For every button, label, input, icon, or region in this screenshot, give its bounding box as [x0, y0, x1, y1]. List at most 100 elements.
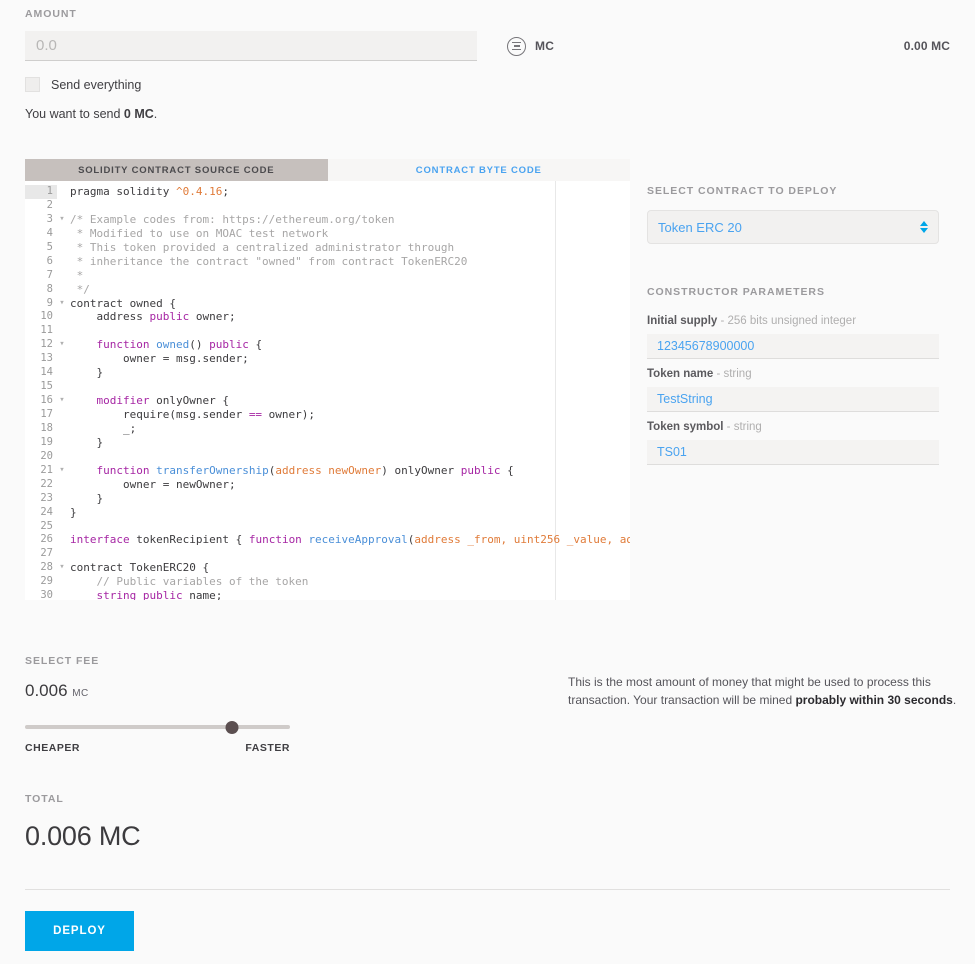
- code-text: function owned() public {: [96, 338, 263, 352]
- select-contract-label: SELECT CONTRACT TO DEPLOY: [647, 185, 838, 197]
- parameter-label: Token symbol - string: [647, 421, 939, 433]
- line-number: 10: [25, 310, 57, 325]
- line-number: 25: [25, 519, 57, 534]
- constructor-parameter: Token name - string: [647, 368, 939, 412]
- fee-faster-label: FASTER: [245, 742, 290, 754]
- line-number: 26: [25, 533, 57, 548]
- code-line: 3 ▾/* Example codes from: https://ethereu…: [25, 212, 630, 227]
- line-number: 21: [25, 463, 57, 478]
- line-number: 16: [25, 394, 57, 408]
- code-line: 14 }: [25, 366, 630, 381]
- total-label: TOTAL: [25, 793, 64, 805]
- fee-note-part2: .: [952, 693, 957, 708]
- code-line: 4 * Modified to use on MOAC test network: [25, 226, 630, 241]
- code-text: contract owned {: [70, 296, 176, 310]
- fee-slider-track: [25, 725, 290, 729]
- fee-slider[interactable]: [25, 721, 290, 734]
- code-line: 5 * This token provided a centralized ad…: [25, 240, 630, 255]
- code-text: }: [70, 491, 104, 505]
- fold-toggle-icon[interactable]: ▾: [57, 464, 67, 478]
- fee-amount: 0.006: [25, 681, 68, 700]
- amount-summary-suffix: .: [153, 107, 158, 121]
- parameter-input[interactable]: [647, 334, 939, 359]
- code-line: 17 require(msg.sender == owner);: [25, 408, 630, 422]
- fold-toggle-icon[interactable]: ▾: [57, 394, 67, 408]
- code-line: 29 // Public variables of the token: [25, 575, 630, 590]
- fee-value: 0.006 MC: [25, 681, 290, 701]
- footer-divider: [25, 889, 950, 890]
- code-text: // Public variables of the token: [70, 575, 309, 589]
- line-number: 13: [25, 352, 57, 367]
- fee-note-bold: probably within 30 seconds: [795, 693, 953, 708]
- fold-toggle-icon[interactable]: ▾: [57, 213, 67, 227]
- fee-slider-endpoints: CHEAPER FASTER: [25, 742, 290, 754]
- line-number: 23: [25, 491, 57, 506]
- fold-toggle-icon[interactable]: ▾: [57, 338, 67, 352]
- code-line: 22 owner = newOwner;: [25, 477, 630, 492]
- constructor-parameter: Initial supply - 256 bits unsigned integ…: [647, 315, 939, 359]
- code-text: owner = msg.sender;: [70, 352, 249, 366]
- currency-code: MC: [535, 39, 555, 53]
- fee-cheaper-label: CHEAPER: [25, 742, 81, 754]
- constructor-parameters-header: CONSTRUCTOR PARAMETERS: [647, 286, 825, 298]
- code-line: 25: [25, 519, 630, 534]
- code-text: owner = newOwner;: [70, 477, 236, 491]
- constructor-parameter: Token symbol - string: [647, 421, 939, 465]
- code-line: 23 }: [25, 491, 630, 506]
- line-number: 27: [25, 547, 57, 562]
- contract-select-value: Token ERC 20: [658, 219, 742, 235]
- code-text: }: [70, 366, 104, 380]
- fold-toggle-icon[interactable]: ▾: [57, 561, 67, 575]
- code-text: interface tokenRecipient { function rece…: [70, 533, 630, 547]
- amount-input[interactable]: [25, 31, 477, 61]
- deploy-button[interactable]: DEPLOY: [25, 911, 134, 951]
- code-line: 13 owner = msg.sender;: [25, 352, 630, 367]
- tab-solidity-source[interactable]: SOLIDITY CONTRACT SOURCE CODE: [25, 159, 328, 181]
- code-line: 10 address public owner;: [25, 310, 630, 325]
- fee-slider-thumb[interactable]: [225, 721, 239, 734]
- send-everything-label: Send everything: [51, 77, 142, 92]
- line-number: 5: [25, 240, 57, 255]
- parameter-input[interactable]: [647, 440, 939, 465]
- fee-unit: MC: [72, 688, 89, 699]
- line-number: 12: [25, 338, 57, 353]
- fold-toggle-icon[interactable]: ▾: [57, 297, 67, 311]
- contract-select[interactable]: Token ERC 20: [647, 210, 939, 244]
- parameter-name: Token symbol: [647, 421, 724, 433]
- contract-editor-card: SOLIDITY CONTRACT SOURCE CODE CONTRACT B…: [25, 159, 630, 600]
- tab-contract-byte-code[interactable]: CONTRACT BYTE CODE: [327, 159, 630, 181]
- code-text: * Modified to use on MOAC test network: [70, 226, 329, 240]
- code-line: 18 _;: [25, 421, 630, 436]
- constructor-parameters-list: Initial supply - 256 bits unsigned integ…: [647, 315, 939, 465]
- code-text: require(msg.sender == owner);: [70, 408, 316, 421]
- currency-selector[interactable]: MC: [507, 36, 555, 56]
- code-line: 21 ▾ function transferOwnership(address n…: [25, 463, 630, 478]
- send-everything-row[interactable]: Send everything: [25, 77, 950, 92]
- code-text: modifier onlyOwner {: [96, 394, 229, 408]
- code-line: 20: [25, 449, 630, 464]
- line-number: 7: [25, 268, 57, 283]
- line-number: 20: [25, 449, 57, 464]
- parameter-input[interactable]: [647, 387, 939, 412]
- send-everything-checkbox[interactable]: [25, 77, 40, 92]
- code-line: 12 ▾ function owned() public {: [25, 338, 630, 353]
- code-line: 8 */: [25, 282, 630, 297]
- line-number: 15: [25, 380, 57, 395]
- code-editor[interactable]: 1 pragma solidity ^0.4.16; 2 3 ▾/* Example c…: [25, 181, 630, 600]
- code-text: }: [70, 505, 77, 519]
- amount-section: AMOUNT MC 0.00 MC Send everything You wa…: [25, 8, 950, 121]
